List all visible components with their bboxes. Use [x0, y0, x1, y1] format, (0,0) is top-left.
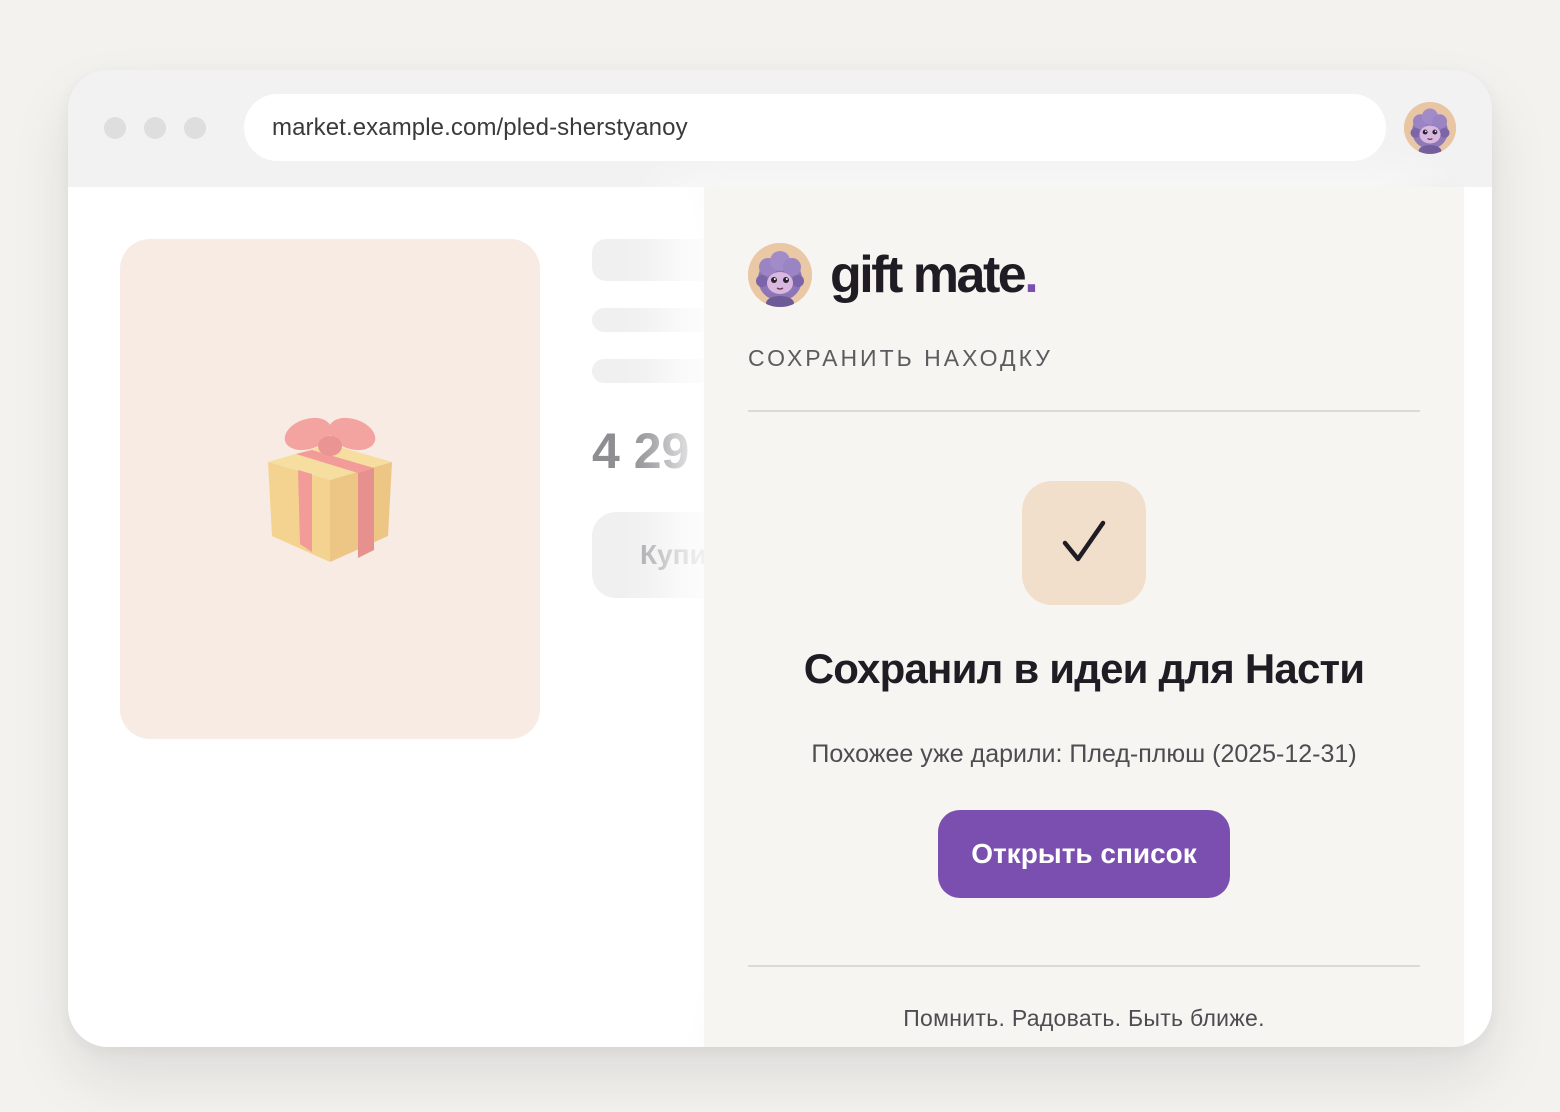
window-zoom-dot[interactable]	[184, 117, 206, 139]
gift-mate-panel: gift mate. СОХРАНИТЬ НАХОДКУ Сохранил в …	[704, 187, 1464, 1047]
status-badge	[1022, 481, 1146, 605]
buy-button-label: Купи	[640, 539, 707, 570]
open-list-button[interactable]: Открыть список	[938, 810, 1230, 898]
brand-dot: .	[1024, 246, 1038, 304]
sheep-mascot-icon[interactable]	[1404, 102, 1456, 154]
browser-titlebar: market.example.com/pled-sherstyanoy	[68, 70, 1492, 187]
address-bar-url: market.example.com/pled-sherstyanoy	[272, 113, 688, 141]
gift-box-icon	[268, 417, 392, 562]
checkmark-icon	[1062, 520, 1106, 562]
bottom-divider	[748, 965, 1420, 967]
browser-window: market.example.com/pled-sherstyanoy 4 29…	[68, 70, 1492, 1047]
product-price: 4 29	[592, 423, 690, 479]
brand-tagline: Помнить. Радовать. Быть ближе.	[903, 1005, 1265, 1031]
brand-logo: gift mate.	[830, 245, 1039, 305]
address-bar[interactable]: market.example.com/pled-sherstyanoy	[244, 94, 1386, 161]
window-minimize-dot[interactable]	[144, 117, 166, 139]
section-title: СОХРАНИТЬ НАХОДКУ	[748, 345, 1053, 371]
similar-gift-note: Похожее уже дарили: Плед-плюш (2025-12-3…	[811, 740, 1357, 768]
product-image[interactable]	[120, 239, 540, 739]
window-close-dot[interactable]	[104, 117, 126, 139]
sheep-mascot-icon	[748, 243, 812, 307]
top-divider	[748, 410, 1420, 412]
brand-name: gift mate	[830, 246, 1027, 304]
confirmation-headline: Сохранил в идеи для Насти	[803, 645, 1365, 692]
